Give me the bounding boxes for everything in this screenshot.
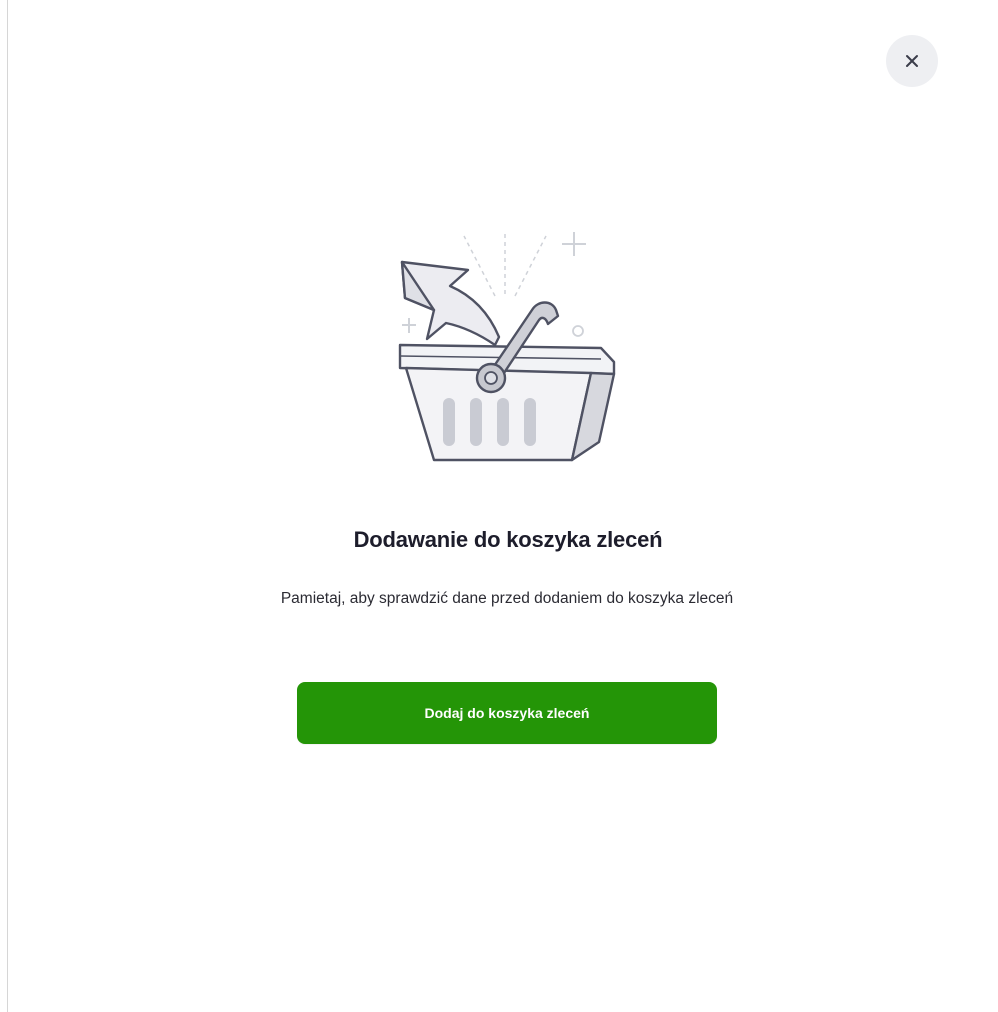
close-icon xyxy=(906,55,918,67)
add-to-basket-button[interactable]: Dodaj do koszyka zleceń xyxy=(297,682,717,744)
basket-illustration xyxy=(378,218,638,478)
left-divider xyxy=(7,0,8,1012)
close-button[interactable] xyxy=(886,35,938,87)
shopping-basket-icon xyxy=(398,232,616,462)
add-to-basket-button-label: Dodaj do koszyka zleceń xyxy=(424,705,590,721)
dialog-message: Pamietaj, aby sprawdzić dane przed dodan… xyxy=(280,590,734,607)
dialog-title: Dodawanie do koszyka zleceń xyxy=(353,527,663,552)
modal-dialog: Dodawanie do koszyka zleceń Pamietaj, ab… xyxy=(0,0,998,1012)
